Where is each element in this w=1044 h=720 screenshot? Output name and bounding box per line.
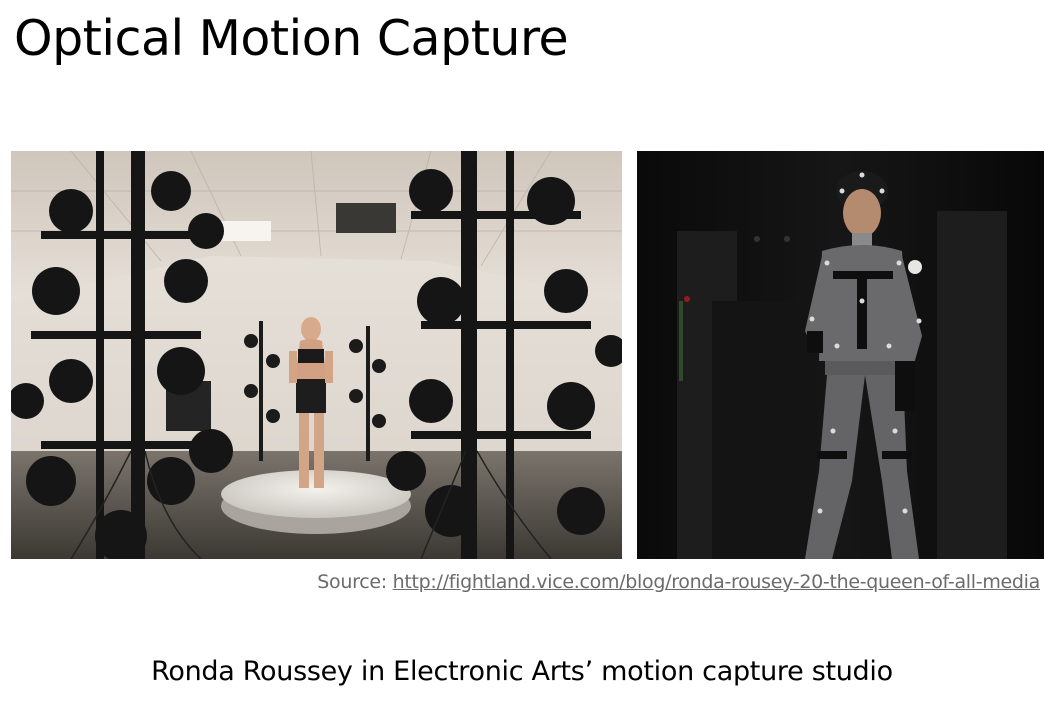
motion-capture-studio-photo bbox=[11, 151, 622, 559]
source-label: Source: bbox=[317, 571, 387, 593]
mocap-suit-performer-photo bbox=[637, 151, 1044, 559]
slide-title: Optical Motion Capture bbox=[14, 10, 569, 67]
slide-caption: Ronda Roussey in Electronic Arts’ motion… bbox=[151, 656, 893, 687]
source-attribution: Source: http://fightland.vice.com/blog/r… bbox=[317, 571, 1040, 593]
source-link[interactable]: http://fightland.vice.com/blog/ronda-rou… bbox=[393, 571, 1041, 593]
